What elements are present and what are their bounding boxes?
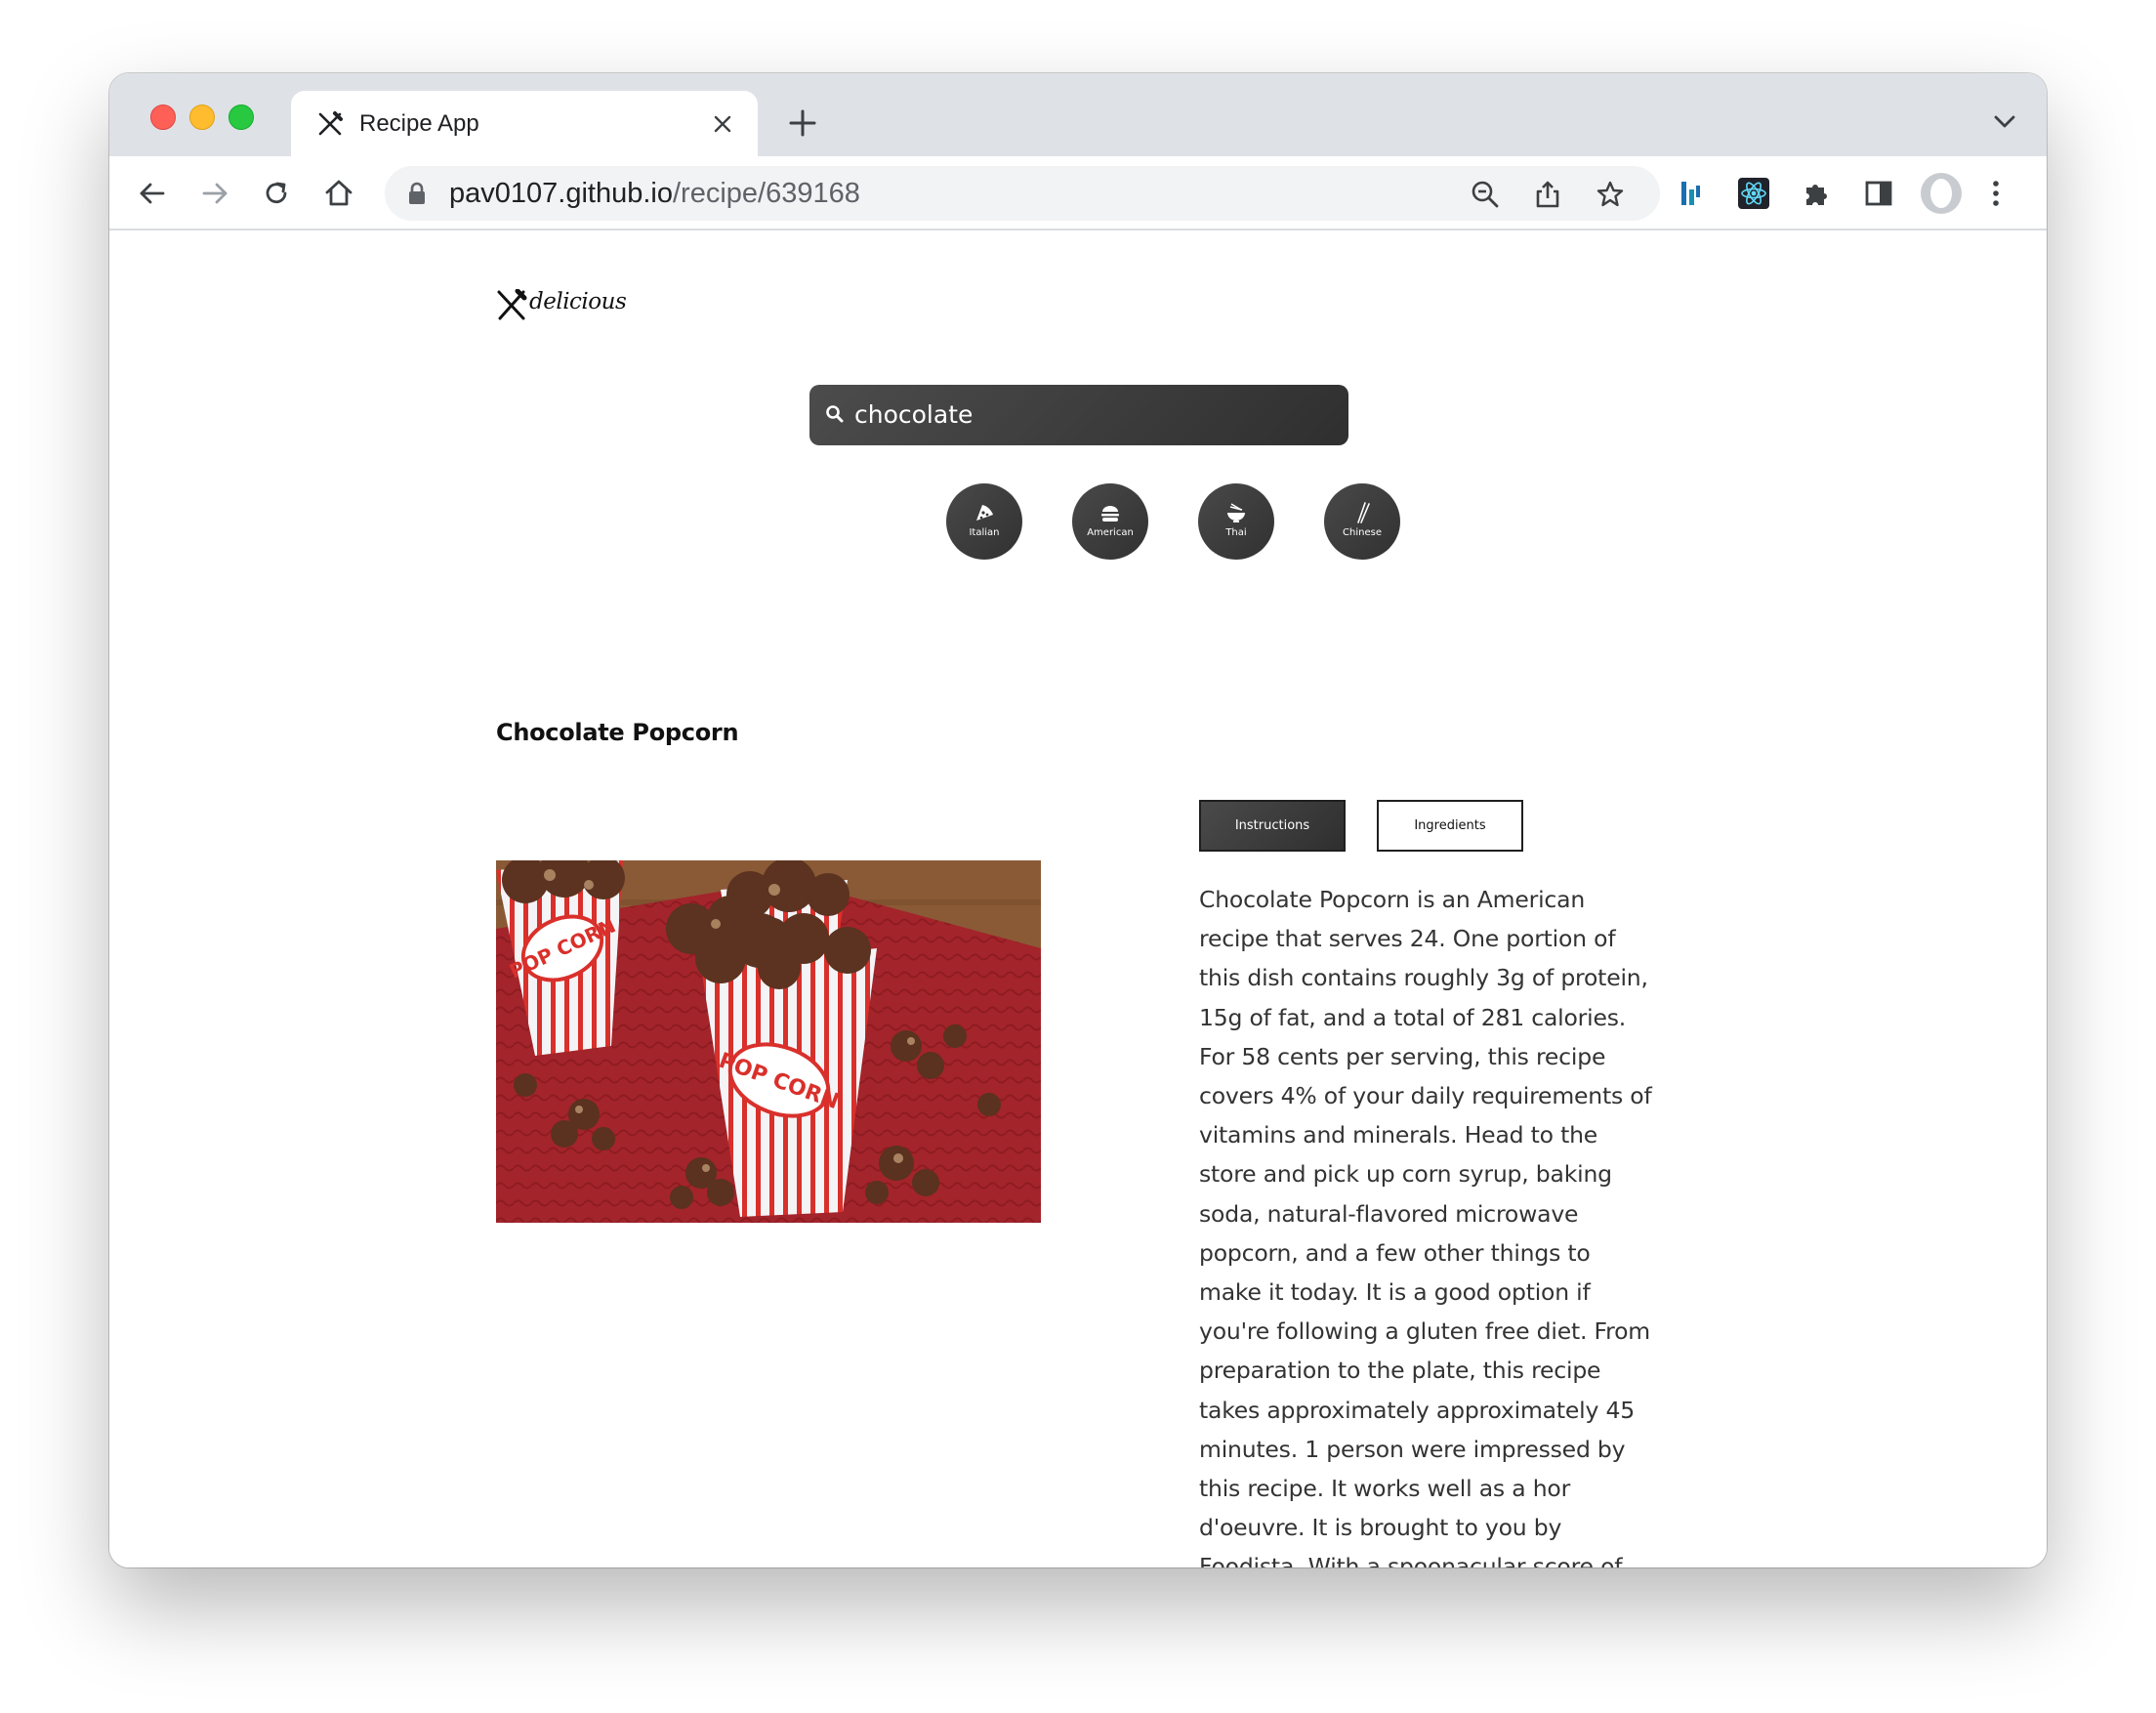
lock-icon[interactable] bbox=[406, 182, 428, 205]
cuisine-link-thai[interactable]: Thai bbox=[1198, 483, 1274, 560]
profile-avatar-icon[interactable] bbox=[1920, 172, 1963, 215]
reload-icon[interactable] bbox=[261, 178, 292, 209]
close-window-button[interactable] bbox=[150, 104, 176, 130]
cuisine-label: American bbox=[1087, 527, 1134, 538]
more-vertical-icon[interactable] bbox=[1988, 178, 2004, 209]
recipe-summary: Chocolate Popcorn is an American recipe … bbox=[1199, 886, 1652, 1567]
address-bar[interactable]: pav0107.github.io/recipe/639168 bbox=[385, 166, 1660, 221]
cuisine-link-american[interactable]: American bbox=[1072, 483, 1148, 560]
ingredients-button[interactable]: Ingredients bbox=[1377, 800, 1523, 852]
noodle-bowl-icon bbox=[1227, 503, 1245, 522]
url-text[interactable]: pav0107.github.io/recipe/639168 bbox=[449, 178, 860, 209]
puzzle-extensions-icon[interactable] bbox=[1801, 178, 1832, 209]
recipe-title: Chocolate Popcorn bbox=[496, 719, 739, 746]
react-devtools-icon[interactable] bbox=[1738, 178, 1769, 209]
search-icon bbox=[826, 405, 844, 423]
home-icon[interactable] bbox=[323, 178, 354, 209]
browser-window: Recipe App pav0107.github.io/recipe/6391… bbox=[109, 73, 2047, 1567]
close-icon[interactable] bbox=[711, 112, 734, 136]
browser-toolbar: pav0107.github.io/recipe/639168 bbox=[109, 156, 2047, 230]
chopsticks-icon bbox=[1357, 502, 1370, 523]
utensils-icon bbox=[318, 111, 343, 136]
tab-title: Recipe App bbox=[359, 110, 479, 137]
cuisine-label: Italian bbox=[969, 527, 1000, 538]
side-panel-icon[interactable] bbox=[1863, 178, 1894, 209]
maximize-window-button[interactable] bbox=[228, 104, 254, 130]
burger-icon bbox=[1101, 506, 1119, 522]
share-icon[interactable] bbox=[1533, 180, 1562, 209]
logo-text: delicious bbox=[529, 289, 627, 314]
cuisine-link-chinese[interactable]: Chinese bbox=[1324, 483, 1400, 560]
search-input[interactable] bbox=[854, 395, 1323, 434]
pizza-icon bbox=[976, 505, 993, 521]
minimize-window-button[interactable] bbox=[189, 104, 215, 130]
chevron-down-icon[interactable] bbox=[1992, 112, 2017, 132]
recipe-image: POP CORN POP CORN bbox=[496, 860, 1041, 1223]
cuisine-label: Chinese bbox=[1343, 527, 1382, 538]
active-tab[interactable]: Recipe App bbox=[291, 91, 758, 156]
url-domain: pav0107.github.io bbox=[449, 178, 673, 209]
back-arrow-icon[interactable] bbox=[137, 178, 168, 209]
cuisine-label: Thai bbox=[1225, 527, 1247, 538]
cuisine-link-italian[interactable]: Italian bbox=[946, 483, 1022, 560]
web-page: delicious Italian bbox=[109, 230, 2047, 1567]
bookmark-star-icon[interactable] bbox=[1596, 180, 1625, 209]
instructions-button[interactable]: Instructions bbox=[1199, 800, 1346, 852]
tab-bar: Recipe App bbox=[109, 73, 2047, 156]
popcorn-photo: POP CORN POP CORN bbox=[496, 860, 1041, 1223]
url-path: /recipe/639168 bbox=[672, 178, 860, 209]
extension-bars-icon[interactable] bbox=[1676, 178, 1707, 209]
forward-arrow-icon[interactable] bbox=[199, 178, 230, 209]
zoom-out-icon[interactable] bbox=[1471, 180, 1500, 209]
search-bar[interactable] bbox=[809, 385, 1348, 445]
screen: Recipe App pav0107.github.io/recipe/6391… bbox=[0, 0, 2156, 1713]
utensils-icon bbox=[497, 289, 527, 320]
plus-icon[interactable] bbox=[788, 108, 817, 138]
